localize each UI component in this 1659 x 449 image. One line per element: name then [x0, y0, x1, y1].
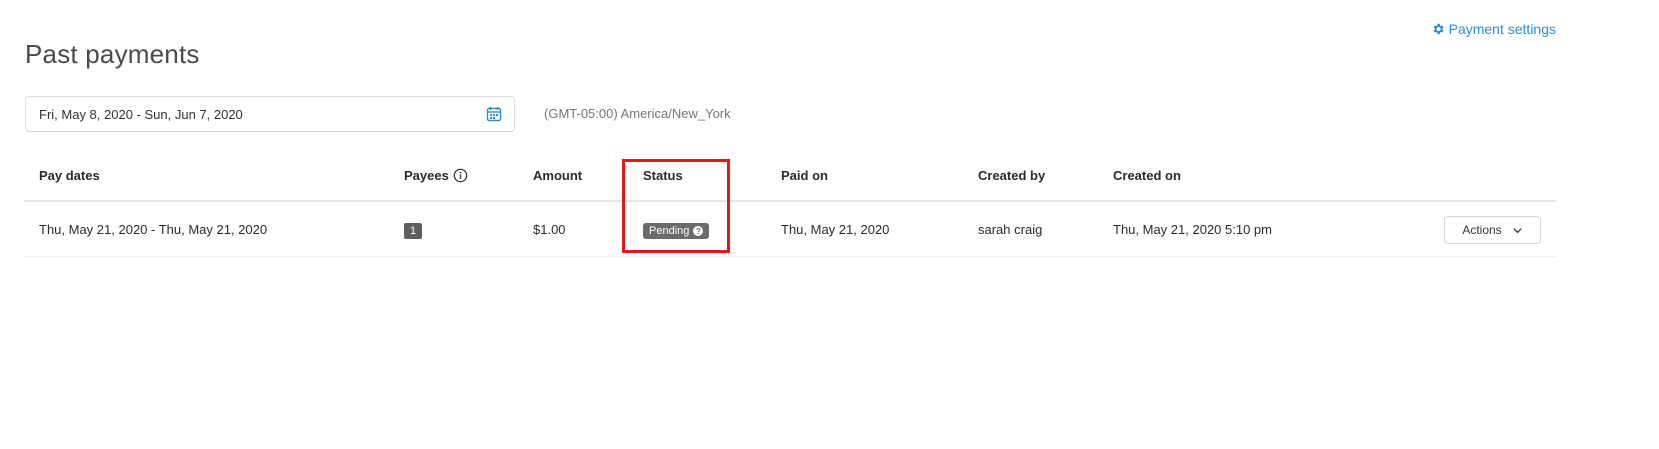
- actions-dropdown-button[interactable]: Actions: [1444, 216, 1541, 244]
- table-row: Thu, May 21, 2020 - Thu, May 21, 2020 1 …: [24, 202, 1556, 257]
- column-header-paid-on[interactable]: Paid on: [781, 168, 828, 183]
- status-badge[interactable]: Pending ?: [643, 223, 710, 239]
- gear-icon: [1433, 23, 1444, 35]
- help-icon[interactable]: ?: [693, 226, 704, 236]
- payment-settings-link[interactable]: Payment settings: [1431, 21, 1556, 37]
- status-badge-label: Pending: [649, 225, 690, 237]
- amount-cell: $1.00: [533, 222, 566, 237]
- chevron-down-icon: [1513, 227, 1522, 233]
- column-header-amount[interactable]: Amount: [533, 168, 582, 183]
- past-payments-page: Past payments Payment settings Fri, May …: [0, 0, 1659, 449]
- date-range-picker[interactable]: Fri, May 8, 2020 - Sun, Jun 7, 2020: [25, 96, 515, 132]
- paid-on-cell: Thu, May 21, 2020: [781, 222, 890, 237]
- actions-label: Actions: [1462, 223, 1502, 237]
- column-header-payees[interactable]: Payees: [404, 168, 468, 183]
- column-header-created-on[interactable]: Created on: [1113, 168, 1181, 183]
- column-header-status[interactable]: Status: [643, 168, 683, 183]
- pay-dates-cell: Thu, May 21, 2020 - Thu, May 21, 2020: [39, 222, 268, 237]
- payments-table: Pay dates Payees Amount Status Paid on C…: [24, 158, 1556, 257]
- created-on-cell: Thu, May 21, 2020 5:10 pm: [1113, 222, 1272, 237]
- info-icon[interactable]: [453, 168, 468, 183]
- page-title: Past payments: [25, 39, 200, 70]
- date-range-value: Fri, May 8, 2020 - Sun, Jun 7, 2020: [39, 106, 243, 122]
- column-header-payees-label: Payees: [404, 168, 449, 183]
- timezone-label: (GMT-05:00) America/New_York: [544, 106, 731, 121]
- column-header-created-by[interactable]: Created by: [978, 168, 1045, 183]
- column-header-pay-dates[interactable]: Pay dates: [39, 168, 100, 183]
- payment-settings-label: Payment settings: [1448, 21, 1556, 37]
- table-header: Pay dates Payees Amount Status Paid on C…: [24, 158, 1556, 202]
- status-cell: Pending ?: [643, 222, 710, 239]
- payees-cell: 1: [404, 222, 422, 239]
- calendar-icon: [486, 107, 502, 122]
- payee-count-badge[interactable]: 1: [404, 223, 422, 239]
- created-by-cell: sarah craig: [978, 222, 1043, 237]
